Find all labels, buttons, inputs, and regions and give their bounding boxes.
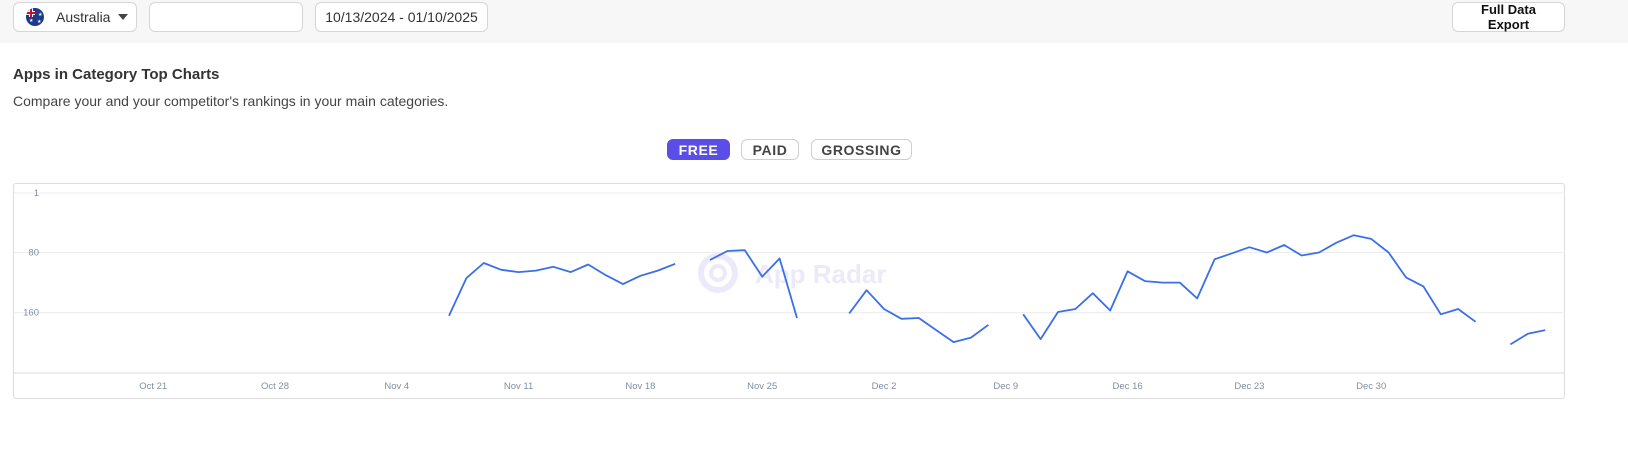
x-tick-label: Nov 25 — [747, 381, 777, 392]
x-tick-label: Dec 30 — [1356, 381, 1386, 392]
rank-line-segment — [1022, 234, 1477, 341]
x-tick-label: Nov 4 — [384, 381, 409, 392]
x-tick-label: Dec 2 — [872, 381, 897, 392]
x-tick-label: Dec 23 — [1234, 381, 1264, 392]
rank-line-segment — [1509, 329, 1546, 346]
x-tick-label: Nov 18 — [625, 381, 655, 392]
rank-line-segment — [448, 262, 676, 317]
x-tick-label: Dec 16 — [1113, 381, 1143, 392]
x-tick-label: Oct 21 — [139, 381, 167, 392]
y-tick-label: 1 — [34, 188, 39, 199]
rank-line-segment — [848, 289, 989, 344]
app-radar-watermark: App Radar — [698, 253, 886, 293]
x-tick-label: Nov 11 — [504, 381, 533, 392]
x-tick-label: Dec 9 — [993, 381, 1018, 392]
x-tick-label: Oct 28 — [261, 381, 289, 392]
y-tick-label: 80 — [28, 247, 39, 258]
y-tick-label: 160 — [23, 308, 39, 319]
rank-chart: App Radar 1 80 160 Oct 21 Oct 28 Nov 4 Nov 11 N… — [14, 188, 1565, 392]
